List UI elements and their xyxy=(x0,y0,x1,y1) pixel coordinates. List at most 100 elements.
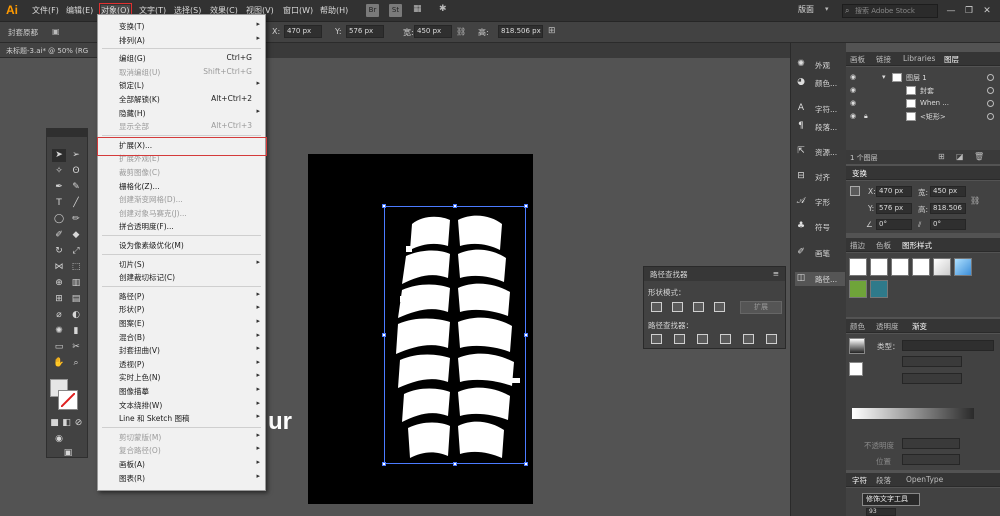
visibility-eye-icon[interactable]: ◉ xyxy=(850,86,856,94)
line-tool-icon[interactable]: ╱ xyxy=(69,197,83,210)
resize-handle[interactable] xyxy=(453,204,457,208)
chevron-down-icon[interactable]: ▾ xyxy=(825,5,829,13)
eraser-icon[interactable]: ◆ xyxy=(69,229,83,242)
dock-appearance[interactable]: ✺ 外观 xyxy=(795,58,845,72)
dock-glyphs[interactable]: 𝒜 字形 xyxy=(795,195,845,209)
object-menu-item[interactable]: 编组(G) Ctrl+G xyxy=(98,51,265,64)
object-menu-item[interactable]: 锁定(L) ▸ xyxy=(98,78,265,91)
magic-wand-icon[interactable]: ✧ xyxy=(52,165,66,178)
layer-row[interactable]: ◉ When ... xyxy=(846,98,1000,110)
tab-swatches[interactable]: 色板 xyxy=(876,240,891,251)
free-transform-icon[interactable]: ⬚ xyxy=(69,261,83,274)
divide-icon[interactable] xyxy=(651,334,662,344)
scale-icon[interactable]: ⤢ xyxy=(69,245,83,258)
target-icon[interactable] xyxy=(987,74,994,81)
gradient-aspect-input[interactable] xyxy=(902,373,962,384)
tab-graphic-styles[interactable]: 图形样式 xyxy=(902,240,932,251)
link-icon[interactable]: ⛓ xyxy=(456,27,466,36)
gradient-type-select[interactable] xyxy=(902,340,994,351)
color-mode-icon[interactable]: ■ xyxy=(50,417,59,430)
object-menu-item[interactable]: 切片(S) ▸ xyxy=(98,257,265,270)
lock-icon[interactable]: 🔒︎ xyxy=(864,112,868,121)
tools-panel-header[interactable] xyxy=(47,129,87,137)
new-layer-icon[interactable]: ⊞ xyxy=(938,152,945,161)
style-swatch[interactable] xyxy=(912,258,930,276)
layer-row[interactable]: ◉ 封套 xyxy=(846,85,1000,97)
resize-handle[interactable] xyxy=(382,204,386,208)
intersect-icon[interactable] xyxy=(693,302,704,312)
object-menu-item[interactable]: 画板(A) ▸ xyxy=(98,457,265,470)
gradient-angle-input[interactable] xyxy=(902,356,962,367)
tab-transform[interactable]: 变换 xyxy=(852,168,867,179)
resize-handle[interactable] xyxy=(524,333,528,337)
dock-character[interactable]: A 字符... xyxy=(795,102,845,116)
object-menu-item[interactable]: 图像描摹 ▸ xyxy=(98,384,265,397)
tab-character[interactable]: 字符 xyxy=(852,475,867,486)
bridge-icon[interactable]: Br xyxy=(366,4,379,17)
layer-row[interactable]: ◉ 🔒︎ <矩形> xyxy=(846,111,1000,123)
resize-handle[interactable] xyxy=(453,462,457,466)
tab-paragraph[interactable]: 段落 xyxy=(876,475,891,486)
transform-w-input[interactable]: 450 px xyxy=(930,186,966,197)
rotate-angle-input[interactable]: 0° xyxy=(876,219,912,230)
resize-handle[interactable] xyxy=(382,462,386,466)
pen-tool-icon[interactable]: ✒ xyxy=(52,181,66,194)
object-menu-item[interactable]: 形状(P) ▸ xyxy=(98,302,265,315)
type-tool-icon[interactable]: T xyxy=(52,197,66,210)
layer-row[interactable]: ◉ ▾ 图层 1 xyxy=(846,72,1000,84)
tab-libraries[interactable]: Libraries xyxy=(903,54,935,63)
object-menu-item[interactable]: 设为像素级优化(M) xyxy=(98,238,265,251)
w-input[interactable]: 450 px xyxy=(414,25,452,38)
transform-x-input[interactable]: 470 px xyxy=(876,186,912,197)
dock-assets[interactable]: ⇱ 资源... xyxy=(795,145,845,159)
none-mode-icon[interactable]: ⊘ xyxy=(74,417,83,430)
stock-icon[interactable]: St xyxy=(389,4,402,17)
perspective-grid-icon[interactable]: ▥ xyxy=(69,277,83,290)
width-tool-icon[interactable]: ⋈ xyxy=(52,261,66,274)
object-menu-item[interactable]: 图案(E) ▸ xyxy=(98,316,265,329)
target-icon[interactable] xyxy=(987,87,994,94)
eyedropper-icon[interactable]: ⌀ xyxy=(52,309,66,322)
object-menu-item[interactable]: 拼合透明度(F)... xyxy=(98,219,265,232)
tab-artboards[interactable]: 画板 xyxy=(850,54,865,65)
selection-bounding-box[interactable] xyxy=(382,204,528,466)
resize-handle[interactable] xyxy=(524,462,528,466)
menu-file[interactable]: 文件(F) xyxy=(32,5,59,16)
visibility-eye-icon[interactable]: ◉ xyxy=(850,99,856,107)
style-swatch[interactable] xyxy=(933,258,951,276)
object-menu-item[interactable]: 路径(P) ▸ xyxy=(98,289,265,302)
dock-color[interactable]: ◕ 颜色... xyxy=(795,76,845,90)
curvature-icon[interactable]: ✎ xyxy=(69,181,83,194)
symbol-sprayer-icon[interactable]: ✺ xyxy=(52,325,66,338)
style-swatch[interactable] xyxy=(891,258,909,276)
close-button[interactable]: ✕ xyxy=(980,4,994,18)
target-icon[interactable] xyxy=(987,113,994,120)
object-menu-item[interactable]: 全部解锁(K) Alt+Ctrl+2 xyxy=(98,92,265,105)
minimize-button[interactable]: — xyxy=(944,4,958,18)
font-size-input[interactable]: 93 xyxy=(866,508,896,516)
visibility-eye-icon[interactable]: ◉ xyxy=(850,112,856,120)
style-swatch[interactable] xyxy=(870,258,888,276)
shape-builder-icon[interactable]: ⊕ xyxy=(52,277,66,290)
object-menu-item[interactable]: 混合(B) ▸ xyxy=(98,330,265,343)
dock-pathfinder[interactable]: ◫ 路径... xyxy=(795,272,845,286)
pathfinder-expand-button[interactable]: 扩展 xyxy=(740,301,782,314)
pencil-icon[interactable]: ✏ xyxy=(69,213,83,226)
object-menu-item[interactable]: 变换(T) ▸ xyxy=(98,19,265,32)
gradient-mode-icon[interactable]: ◧ xyxy=(62,417,71,430)
slice-tool-icon[interactable]: ✂ xyxy=(69,341,83,354)
tab-color[interactable]: 颜色 xyxy=(850,321,865,332)
object-menu-item[interactable]: 排列(A) ▸ xyxy=(98,33,265,46)
brush-icon[interactable]: ✐ xyxy=(52,229,66,242)
object-menu-item[interactable]: Line 和 Sketch 图稿 ▸ xyxy=(98,411,265,424)
merge-icon[interactable] xyxy=(697,334,708,344)
draw-mode-icon[interactable]: ◉ xyxy=(52,433,66,446)
object-menu-item[interactable]: 封套扭曲(V) ▸ xyxy=(98,343,265,356)
selection-tool-icon[interactable]: ➤ xyxy=(52,149,66,162)
position-input[interactable] xyxy=(902,454,960,465)
dock-symbols[interactable]: ♣ 符号 xyxy=(795,220,845,234)
target-icon[interactable] xyxy=(987,100,994,107)
resize-handle[interactable] xyxy=(524,204,528,208)
object-menu-item[interactable]: 创建裁切标记(C) xyxy=(98,270,265,283)
gradient-preview[interactable] xyxy=(849,338,865,354)
